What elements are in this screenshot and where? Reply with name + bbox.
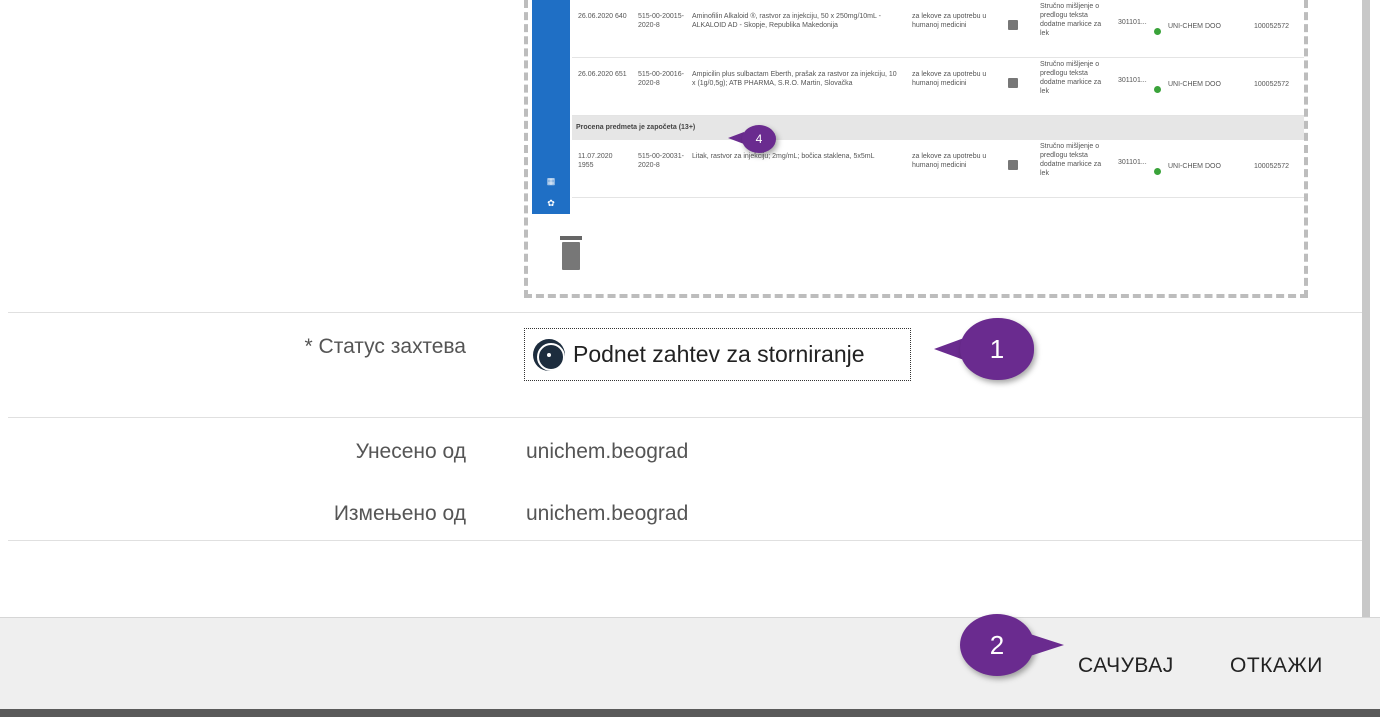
- cell-date: 26.06.2020 651: [578, 71, 627, 78]
- callout-4-badge: 4: [742, 125, 776, 153]
- leaf-icon: [1154, 28, 1161, 35]
- cell-number: 515-00-20016-2020-8: [638, 71, 684, 87]
- divider: [8, 312, 1362, 313]
- changed-by-label: Измењено од: [333, 502, 466, 525]
- callout-1-badge: 1: [960, 318, 1034, 380]
- cell-code: 301101...: [1118, 159, 1147, 166]
- gear-icon: ✿: [547, 198, 555, 208]
- cell-description: Ampicilin plus sulbactam Eberth, prašak …: [692, 71, 897, 87]
- cell-date: 26.06.2020 640: [578, 13, 627, 20]
- cell-company: UNI-CHEM DOO: [1168, 81, 1221, 88]
- leaf-icon: [1154, 86, 1161, 93]
- cell-document: Stručno mišljenje o predlogu teksta doda…: [1040, 3, 1102, 37]
- table-row: 26.06.2020 651 515-00-20016-2020-8 Ampic…: [572, 58, 1304, 116]
- preview-table: 26.06.2020 640 515-00-20015-2020-8 Amino…: [572, 0, 1304, 198]
- save-button[interactable]: САЧУВАЈ: [1078, 654, 1174, 678]
- cell-code: 301101...: [1118, 77, 1147, 84]
- cell-document: Stručno mišljenje o predlogu teksta doda…: [1040, 61, 1102, 95]
- cell-company: UNI-CHEM DOO: [1168, 23, 1221, 30]
- trash-lid: [560, 236, 582, 240]
- footer-edge: [0, 709, 1380, 717]
- table-row: 11.07.2020 1955 515-00-20031-2020-8 Lita…: [572, 140, 1304, 198]
- status-label: * Статус захтева: [304, 335, 466, 358]
- callout-2-pointer: [1030, 634, 1064, 656]
- radio-selected-icon[interactable]: [533, 338, 565, 371]
- trash-icon[interactable]: [560, 236, 582, 270]
- entered-by-value: unichem.beograd: [526, 440, 689, 463]
- cell-type: za lekove za upotrebu u humanoj medicini: [912, 71, 987, 87]
- divider: [8, 540, 1362, 541]
- trash-body: [562, 242, 580, 270]
- cell-id: 100052572: [1254, 23, 1290, 30]
- attachment-preview-image: ▦ ✿ 26.06.2020 640 515-00-20015-2020-8 A…: [528, 0, 1304, 214]
- grid-icon: ▦: [546, 176, 556, 186]
- cell-code: 301101...: [1118, 19, 1147, 26]
- cell-number: 515-00-20015-2020-8: [638, 13, 684, 29]
- checkbox-icon: [1008, 20, 1018, 30]
- cell-number: 515-00-20031-2020-8: [638, 153, 684, 169]
- status-value: Podnet zahtev za storniranje: [573, 341, 865, 367]
- cell-company: UNI-CHEM DOO: [1168, 163, 1221, 170]
- cell-description: Litak, rastvor za injekciju; 2mg/mL; boč…: [692, 153, 875, 160]
- table-row: 26.06.2020 640 515-00-20015-2020-8 Amino…: [572, 0, 1304, 58]
- preview-side-toolbar: ▦ ✿: [532, 0, 570, 214]
- attachment-dropzone[interactable]: ▦ ✿ 26.06.2020 640 515-00-20015-2020-8 A…: [524, 0, 1308, 298]
- cell-id: 100052572: [1254, 163, 1290, 170]
- checkbox-icon: [1008, 78, 1018, 88]
- leaf-icon: [1154, 168, 1161, 175]
- cell-id: 100052572: [1254, 81, 1290, 88]
- cell-type: za lekove za upotrebu u humanoj medicini: [912, 13, 987, 29]
- group-header: Procena predmeta je započeta (13+): [572, 116, 1304, 140]
- vertical-scrollbar[interactable]: [1362, 0, 1370, 617]
- cell-type: za lekove za upotrebu u humanoj medicini: [912, 153, 987, 169]
- divider: [8, 417, 1362, 418]
- cancel-button[interactable]: ОТКАЖИ: [1230, 654, 1323, 678]
- checkbox-icon: [1008, 160, 1018, 170]
- cell-date: 11.07.2020 1955: [578, 153, 613, 169]
- cell-document: Stručno mišljenje o predlogu teksta doda…: [1040, 143, 1102, 177]
- cell-description: Aminofilin Alkaloid ®, rastvor za injekc…: [692, 13, 881, 29]
- status-radio-option[interactable]: Podnet zahtev za storniranje: [524, 328, 911, 381]
- entered-by-label: Унесено од: [355, 440, 466, 463]
- changed-by-value: unichem.beograd: [526, 502, 689, 525]
- callout-2-badge: 2: [960, 614, 1034, 676]
